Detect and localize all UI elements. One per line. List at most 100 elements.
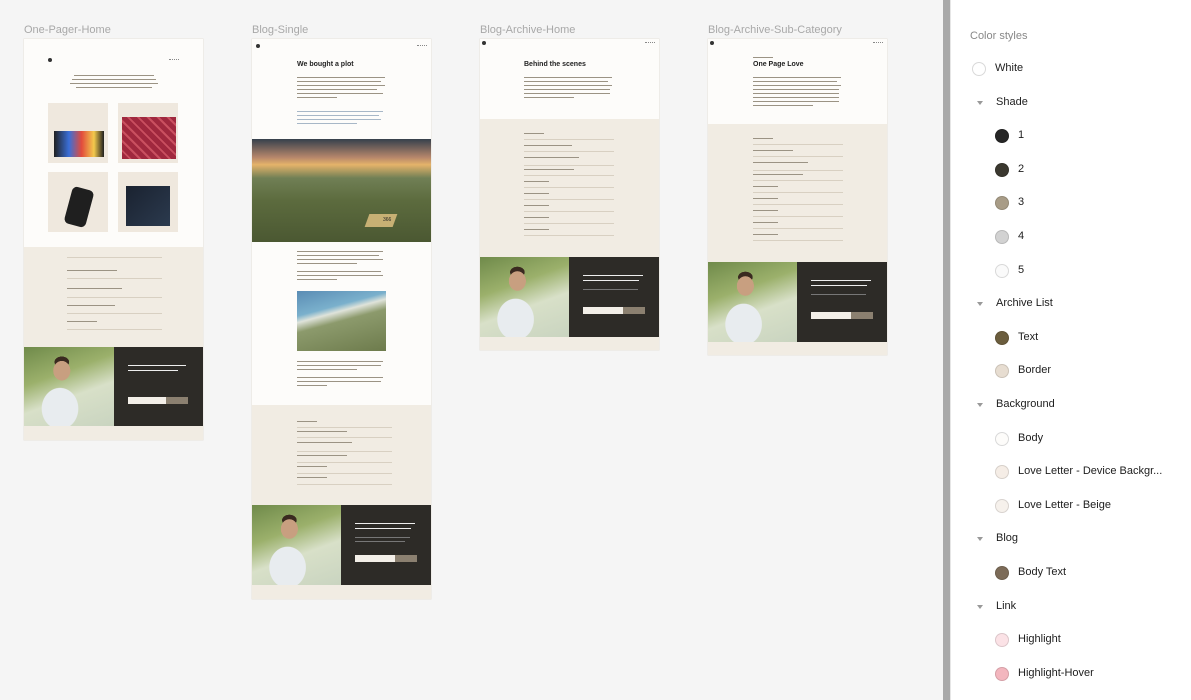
frame-blog-archive-sub-category[interactable]: One Page Love [708,39,887,355]
footer [480,337,659,350]
color-style-label: Highlight-Hover [1018,666,1094,679]
frame-blog-single[interactable]: We bought a plot 366 [252,39,431,599]
color-style-text[interactable]: Text [951,328,1191,348]
design-canvas[interactable]: One-Pager-Home Blog-Single We bought a p… [0,0,943,700]
color-swatch [995,633,1009,648]
style-group-label: Background [996,398,1055,410]
intro-line [76,87,152,88]
color-style-label: Body [1018,431,1044,444]
color-style-label: Love Letter - Beige [1018,498,1111,511]
nav-dots [873,42,883,45]
color-swatch [995,566,1009,580]
style-group-background[interactable]: Background [951,395,1191,415]
subscribe-button[interactable] [395,555,417,562]
footer [708,342,887,355]
style-group-blog[interactable]: Blog [951,529,1191,549]
color-style-1[interactable]: 1 [951,126,1191,146]
color-styles-panel: Color styles White Shade 1 2 3 4 5 Archive List… [950,0,1191,700]
color-swatch [995,162,1009,177]
style-group-label: Link [996,599,1017,612]
style-group-label: Blog [996,532,1019,545]
email-input[interactable] [128,397,166,404]
author-photo [480,257,569,337]
footer [252,585,431,599]
chevron-down-icon[interactable] [977,537,983,542]
archive-list-section [708,124,887,262]
newsletter-section [341,505,431,585]
subscribe-button[interactable] [166,397,188,404]
color-style-5[interactable]: 5 [951,261,1191,281]
color-swatch [972,62,986,76]
color-swatch [995,431,1009,446]
color-swatch [995,129,1009,144]
chevron-down-icon[interactable] [977,403,983,407]
logo-dot [48,58,52,62]
style-group-link[interactable]: Link [951,597,1191,617]
color-style-label: 3 [1018,196,1025,209]
color-swatch [995,330,1009,345]
newsletter-section [797,262,887,342]
subscribe-button[interactable] [851,312,873,319]
chevron-down-icon[interactable] [977,604,983,609]
project-card[interactable] [118,103,178,163]
color-style-label: Love Letter - Device Backgr... [1018,465,1163,478]
color-style-border[interactable]: Border [951,361,1191,381]
style-group-shade[interactable]: Shade [951,93,1191,113]
frame-one-pager-home[interactable] [24,39,203,440]
style-group-archive-list[interactable]: Archive List [951,294,1191,314]
archive-title: Behind the scenes [524,61,586,68]
color-style-label: 4 [1018,230,1025,242]
color-style-label: Body Text [1018,566,1067,578]
color-style-body[interactable]: Body [951,429,1191,449]
color-style-4[interactable]: 4 [951,227,1191,247]
card-image [126,186,170,226]
color-style-highlight[interactable]: Highlight [951,630,1191,650]
style-group-label: Archive List [996,297,1053,310]
logo-dot [482,41,486,45]
frame-blog-archive-home[interactable]: Behind the scenes [480,39,659,350]
archive-list-section [480,119,659,257]
nav-dots [645,42,655,45]
color-style-label: 2 [1018,162,1025,175]
project-card[interactable] [48,172,108,232]
frame-label-one-pager-home[interactable]: One-Pager-Home [24,24,111,36]
style-group-label: Shade [996,95,1028,108]
color-style-love-letter-beige[interactable]: Love Letter - Beige [951,496,1191,516]
project-card[interactable] [118,172,178,232]
panel-divider[interactable] [943,0,950,700]
color-style-body-text[interactable]: Body Text [951,563,1191,583]
project-card[interactable] [48,103,108,163]
coast-image [297,291,386,351]
color-style-love-letter-device-backgr[interactable]: Love Letter - Device Backgr... [951,462,1191,482]
chevron-down-icon[interactable] [977,100,983,105]
email-input[interactable] [583,307,623,314]
color-style-highlight-hover[interactable]: Highlight-Hover [951,664,1191,684]
frame-label-blog-archive-sub-category[interactable]: Blog-Archive-Sub-Category [708,24,842,36]
frame-label-blog-single[interactable]: Blog-Single [252,24,308,36]
footer [24,426,203,440]
color-style-label: 5 [1018,263,1025,276]
subscribe-button[interactable] [623,307,645,314]
logo-dot [710,41,714,45]
card-image [54,131,104,157]
intro-line [72,79,156,80]
color-style-2[interactable]: 2 [951,160,1191,180]
color-style-3[interactable]: 3 [951,193,1191,213]
color-swatch [995,666,1009,681]
email-input[interactable] [811,312,851,319]
color-swatch [995,498,1009,513]
color-swatch [995,263,1009,278]
intro-line [74,75,154,76]
color-style-white[interactable]: White [951,59,1191,79]
author-photo [252,505,341,585]
category-title: One Page Love [753,61,804,68]
color-style-label: 1 [1018,129,1025,142]
email-input[interactable] [355,555,395,562]
logo-dot [256,44,260,48]
author-photo [24,347,114,426]
chevron-down-icon[interactable] [977,302,983,307]
image-badge: 366 [383,217,392,223]
frame-label-blog-archive-home[interactable]: Blog-Archive-Home [480,24,575,36]
color-style-label: Highlight [1018,633,1061,646]
color-swatch [995,364,1009,379]
